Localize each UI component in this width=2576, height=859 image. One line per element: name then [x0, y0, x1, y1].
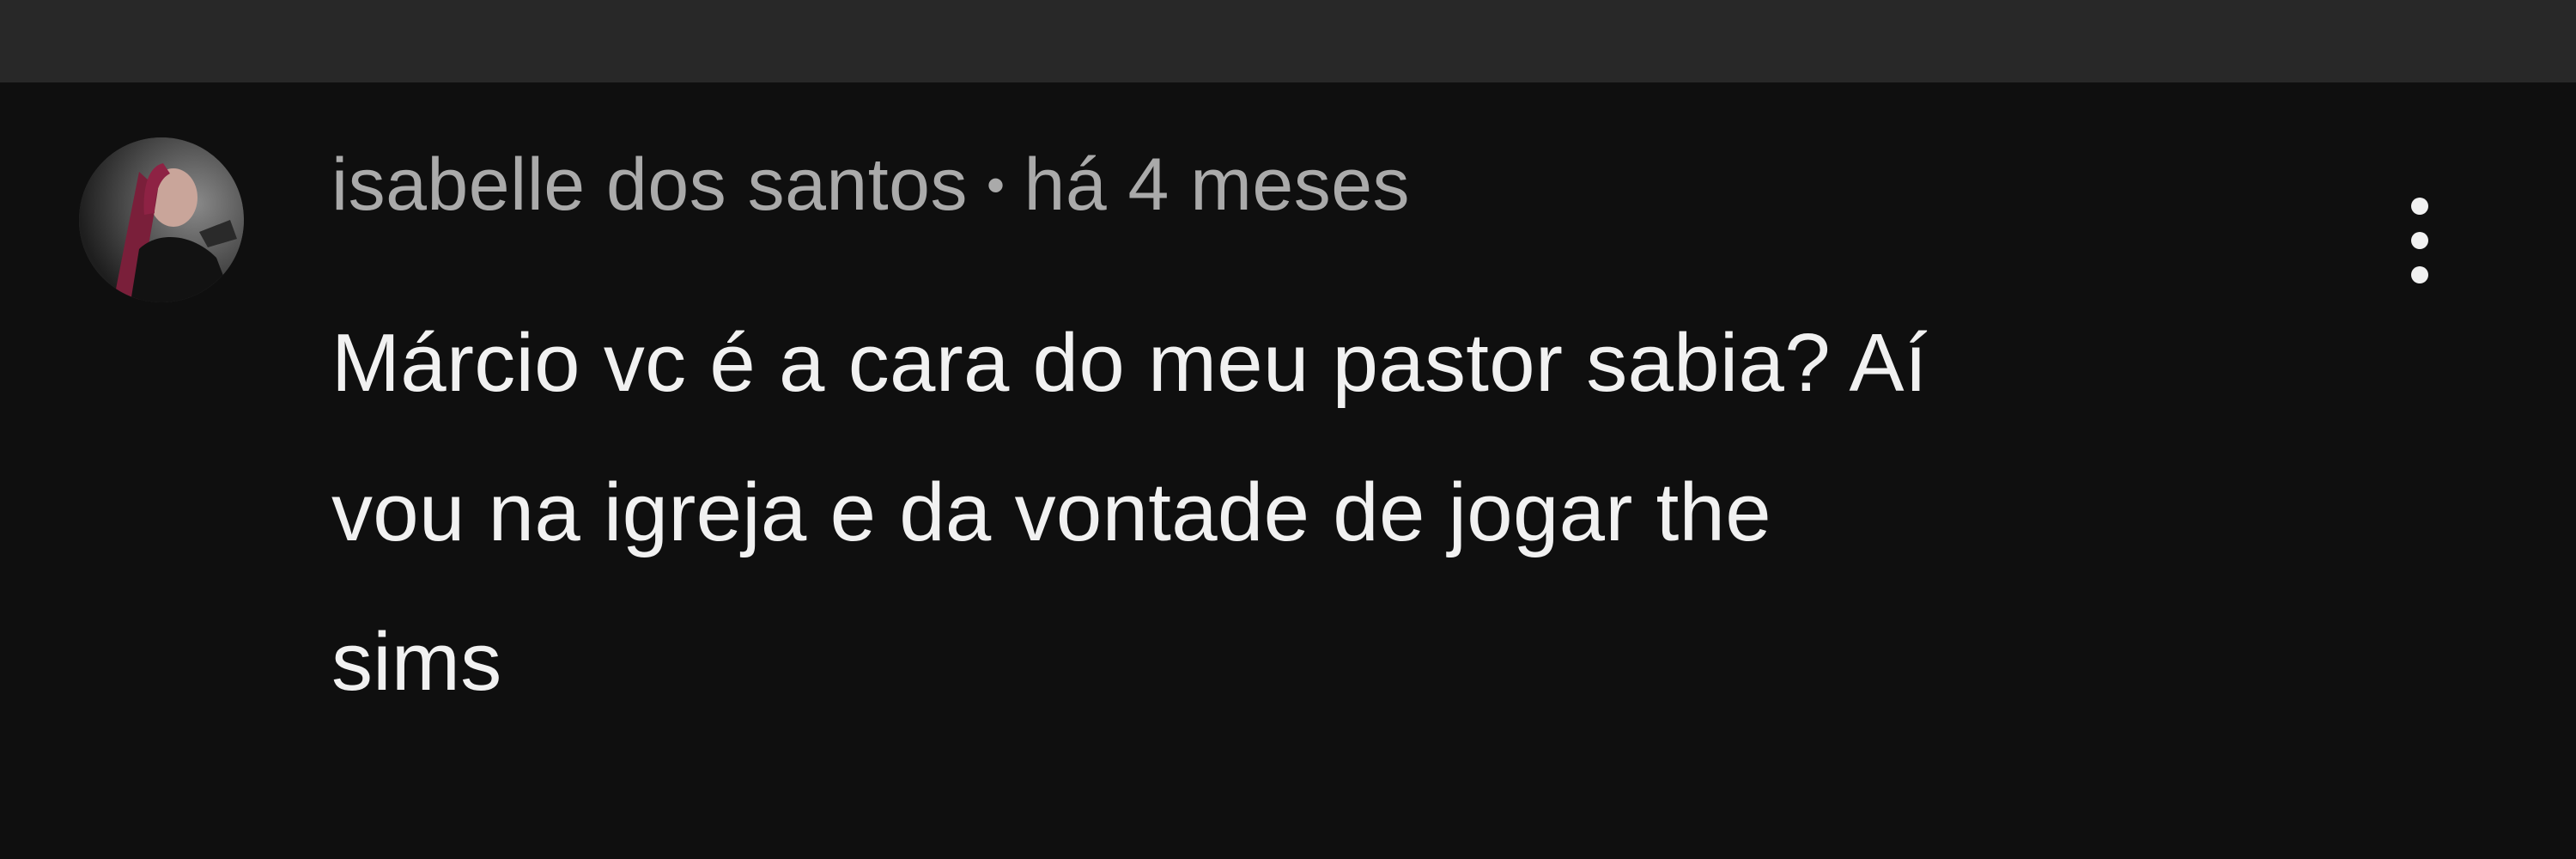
- more-actions-button[interactable]: [2385, 172, 2454, 309]
- meta-separator: •: [986, 155, 1005, 214]
- comment-text-line: vou na igreja e da vontade de jogar the: [331, 466, 1771, 558]
- author-name[interactable]: isabelle dos santos: [331, 143, 968, 228]
- vertical-dots-icon: [2411, 198, 2428, 283]
- avatar[interactable]: [79, 137, 244, 302]
- comment-text-line: Márcio vc é a cara do meu pastor sabia? …: [331, 317, 1928, 409]
- avatar-image: [79, 137, 244, 302]
- comment-timestamp[interactable]: há 4 meses: [1024, 143, 1410, 228]
- comment-meta: isabelle dos santos • há 4 meses: [331, 143, 1410, 226]
- comment-text-line: sims: [331, 616, 502, 708]
- comment-text: Márcio vc é a cara do meu pastor sabia? …: [331, 289, 2392, 737]
- top-bar: [0, 0, 2576, 82]
